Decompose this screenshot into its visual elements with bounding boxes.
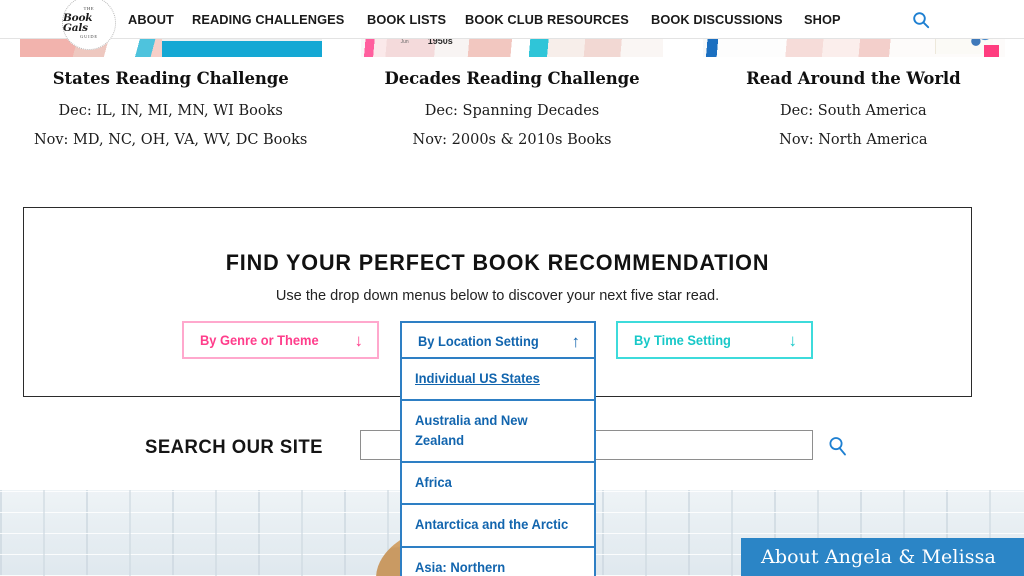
recommendation-title: FIND YOUR PERFECT BOOK RECOMMENDATION <box>225 250 770 275</box>
challenge-card-line-2: Nov: North America <box>779 132 928 148</box>
dropdown-option-antarctica-and-the-arctic[interactable]: Antarctica and the Arctic <box>402 503 594 548</box>
logo-top-text: THE <box>83 5 95 11</box>
nav-item-about[interactable]: ABOUT <box>128 12 174 27</box>
logo-bottom-text: GUIDE <box>80 34 98 39</box>
challenge-card-title: Decades Reading Challenge <box>384 69 640 88</box>
challenge-card-line-2: Nov: 2000s & 2010s Books <box>412 132 612 148</box>
nav-item-book-lists[interactable]: BOOK LISTS <box>367 12 446 27</box>
challenge-card-states[interactable]: States Reading Challenge Dec: IL, IN, MI… <box>0 21 341 161</box>
logo-main-text: Book Gals <box>63 11 93 34</box>
page-root: THE Book Gals GUIDE ABOUT READING CHALLE… <box>0 0 1024 576</box>
select-label: By Genre or Theme <box>200 332 319 348</box>
challenge-card-title: Read Around the World <box>746 69 961 88</box>
dropdown-option-label: Africa <box>415 475 452 491</box>
challenge-card-line-2: Nov: MD, NC, OH, VA, WV, DC Books <box>33 132 308 148</box>
arrow-down-icon: ↓ <box>788 330 798 350</box>
arrow-down-icon: ↓ <box>354 330 364 350</box>
dropdown-option-label: Antarctica and the Arctic <box>415 517 569 533</box>
dropdown-option-australia-and-new-zealand[interactable]: Australia and New Zealand <box>402 399 594 464</box>
decades-image-label-2: Jun <box>400 39 409 45</box>
nav-item-shop[interactable]: SHOP <box>804 12 841 27</box>
search-icon[interactable] <box>912 11 930 29</box>
recommendation-subtitle: Use the drop down menus below to discove… <box>275 287 720 304</box>
challenge-card-decades[interactable]: 1940s Jun 1950s Decades Reading Challeng… <box>341 21 682 161</box>
challenge-card-line-1: Dec: South America <box>779 103 927 119</box>
search-submit-icon[interactable] <box>827 435 849 457</box>
arrow-up-icon: ↑ <box>571 331 581 351</box>
dropdown-option-asia-northern[interactable]: Asia: Northern <box>402 545 594 576</box>
filter-select-row: By Genre or Theme ↓ By Location Setting … <box>0 321 1024 361</box>
search-section-label: SEARCH OUR SITE <box>145 436 323 458</box>
challenge-card-world[interactable]: Middle East Read Around the World Dec: S… <box>683 21 1024 161</box>
challenge-card-title: States Reading Challenge <box>52 69 289 88</box>
about-banner-label: About Angela & Melissa <box>761 546 996 568</box>
select-label: By Location Setting <box>418 333 539 349</box>
dropdown-option-label: Australia and New Zealand <box>415 413 528 449</box>
about-angela-melissa-banner[interactable]: About Angela & Melissa <box>741 538 1024 576</box>
dropdown-option-africa[interactable]: Africa <box>402 461 594 506</box>
challenge-card-line-1: Dec: Spanning Decades <box>424 103 600 119</box>
dropdown-option-label: Asia: Northern <box>415 559 506 575</box>
challenge-card-line-1: Dec: IL, IN, MI, MN, WI Books <box>58 103 283 119</box>
nav-item-book-club-resources[interactable]: BOOK CLUB RESOURCES <box>465 12 629 27</box>
main-navigation: ABOUT READING CHALLENGES BOOK LISTS BOOK… <box>128 0 842 39</box>
reading-challenge-cards: States Reading Challenge Dec: IL, IN, MI… <box>0 21 1024 161</box>
nav-item-book-discussions[interactable]: BOOK DISCUSSIONS <box>651 12 783 27</box>
select-by-time-setting[interactable]: By Time Setting ↓ <box>616 321 813 359</box>
select-by-genre-or-theme[interactable]: By Genre or Theme ↓ <box>182 321 379 359</box>
dropdown-option-label: Individual US States <box>415 371 540 386</box>
site-header: THE Book Gals GUIDE ABOUT READING CHALLE… <box>0 0 1024 50</box>
location-setting-dropdown: Individual US States Australia and New Z… <box>400 357 596 576</box>
dropdown-option-individual-us-states[interactable]: Individual US States <box>402 357 594 402</box>
select-by-location-setting[interactable]: By Location Setting ↑ <box>400 321 596 359</box>
nav-item-reading-challenges[interactable]: READING CHALLENGES <box>192 12 344 27</box>
select-label: By Time Setting <box>634 332 731 348</box>
